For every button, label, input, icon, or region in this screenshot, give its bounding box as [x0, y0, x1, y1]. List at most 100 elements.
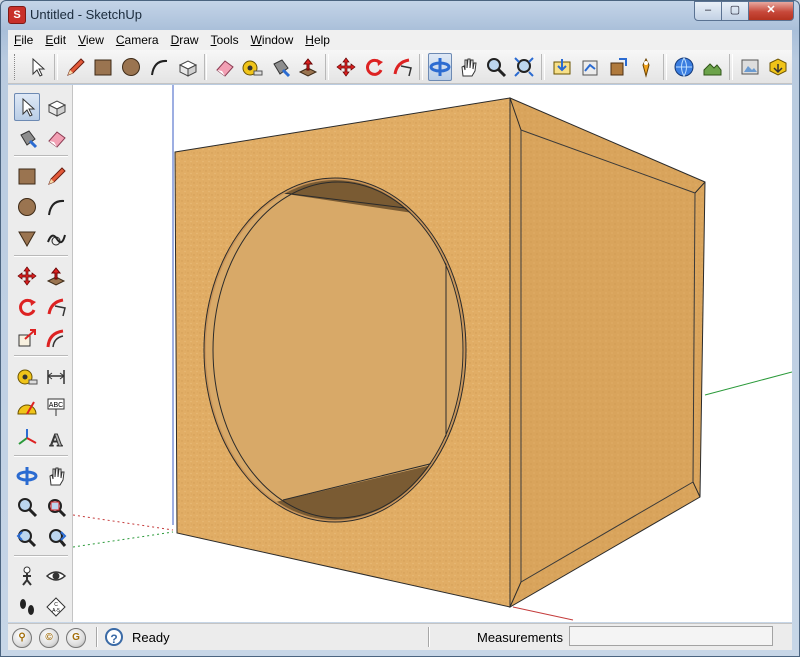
3d-text-tool-button[interactable]: A	[43, 425, 68, 451]
offset-tool-button[interactable]	[43, 325, 68, 351]
zoom-extents-icon	[514, 56, 535, 77]
photo-textures-tool-button[interactable]	[738, 53, 762, 81]
arc-tool-button[interactable]	[147, 53, 171, 81]
move-tool-button[interactable]	[14, 263, 39, 289]
get-current-view-tool-button[interactable]	[672, 53, 696, 81]
minimize-button[interactable]: –	[694, 1, 722, 21]
pan-icon	[48, 467, 65, 485]
rotate-tool-button[interactable]	[14, 294, 39, 320]
menu-tools[interactable]: Tools	[205, 33, 245, 47]
orbit-tool-button[interactable]	[428, 52, 453, 81]
zoom-tool-button[interactable]	[484, 53, 508, 81]
model-canvas[interactable]	[73, 85, 792, 622]
line-pencil-tool-button[interactable]	[63, 53, 87, 81]
share-model-tool-button[interactable]	[578, 53, 602, 81]
section-plane-tool-button[interactable]: C A-5	[43, 594, 68, 620]
select-tool-button[interactable]	[25, 53, 49, 81]
pan-tool-button[interactable]	[456, 53, 480, 81]
get-current-view-icon	[674, 57, 694, 77]
zoom-icon	[17, 497, 37, 517]
orbit-tool-button[interactable]	[14, 463, 39, 489]
green-axis	[704, 371, 792, 396]
position-camera-icon	[21, 566, 32, 586]
select-icon	[32, 57, 46, 77]
freehand-tool-button[interactable]	[43, 225, 68, 251]
get-models-icon	[553, 58, 571, 74]
red-axis	[512, 606, 574, 621]
tool-row	[12, 291, 70, 322]
zoom-tool-button[interactable]	[14, 494, 39, 520]
previous-view-tool-button[interactable]	[14, 525, 39, 551]
dimension-tool-button[interactable]	[43, 363, 68, 389]
tool-row	[12, 360, 70, 391]
measurements-input[interactable]	[569, 626, 773, 646]
toggle-terrain-tool-button[interactable]	[700, 53, 724, 81]
menu-help[interactable]: Help	[299, 33, 336, 47]
zoom-window-icon	[47, 498, 66, 517]
menu-camera[interactable]: Camera	[110, 33, 165, 47]
make-component-tool-button[interactable]	[175, 53, 199, 81]
menu-file[interactable]: File	[8, 33, 39, 47]
menu-view[interactable]: View	[72, 33, 110, 47]
look-around-tool-button[interactable]	[43, 563, 68, 589]
polygon-tool-button[interactable]	[14, 225, 39, 251]
maximize-button[interactable]: ▢	[721, 1, 749, 21]
follow-me-tool-button[interactable]	[43, 294, 68, 320]
menu-edit[interactable]: Edit	[39, 33, 72, 47]
line-pencil-icon	[47, 166, 66, 185]
dimension-icon	[46, 369, 65, 384]
circle-tool-button[interactable]	[119, 53, 143, 81]
photo-textures-icon	[741, 59, 759, 74]
status-divider	[96, 627, 98, 647]
move-icon	[16, 265, 37, 286]
protractor-tool-button[interactable]	[14, 394, 39, 420]
close-button[interactable]: ✕	[748, 1, 794, 21]
paint-bucket-icon	[19, 129, 37, 148]
make-component-tool-button[interactable]	[44, 94, 68, 120]
select-tool-button[interactable]	[14, 92, 40, 121]
tool-row: C A-5	[12, 591, 70, 622]
menu-draw[interactable]: Draw	[165, 33, 205, 47]
follow-me-tool-button[interactable]	[390, 53, 414, 81]
window-controls: – ▢ ✕	[694, 1, 794, 21]
preview-model-tool-button[interactable]	[766, 53, 790, 81]
zoom-window-tool-button[interactable]	[43, 494, 68, 520]
rotate-tool-button[interactable]	[362, 53, 386, 81]
axes-tool-button[interactable]	[14, 425, 39, 451]
scale-tool-button[interactable]	[14, 325, 39, 351]
paint-bucket-tool-button[interactable]	[268, 53, 292, 81]
title-bar[interactable]: S Untitled - SketchUp – ▢ ✕	[0, 0, 800, 30]
paint-bucket-tool-button[interactable]	[14, 125, 39, 151]
next-view-tool-button[interactable]	[43, 525, 68, 551]
walk-tool-button[interactable]	[14, 594, 39, 620]
line-pencil-tool-button[interactable]	[43, 163, 68, 189]
menu-window[interactable]: Window	[245, 33, 300, 47]
pan-tool-button[interactable]	[43, 463, 68, 489]
scale-icon	[18, 328, 36, 346]
move-tool-button[interactable]	[334, 53, 358, 81]
push-pull-tool-button[interactable]	[296, 53, 320, 81]
text-tool-button[interactable]: ABC	[43, 394, 68, 420]
tool-row	[12, 560, 70, 591]
get-models-tool-button[interactable]	[550, 53, 574, 81]
sketchup-app-icon[interactable]: S	[8, 6, 26, 24]
rectangle-tool-button[interactable]	[14, 163, 39, 189]
geo-location-icon[interactable]: ⚲	[12, 628, 32, 648]
share-component-tool-button[interactable]	[606, 53, 630, 81]
position-camera-tool-button[interactable]	[14, 563, 39, 589]
eraser-tool-button[interactable]	[212, 53, 236, 81]
toolbar-grip[interactable]	[14, 53, 18, 80]
help-icon[interactable]: ?	[105, 628, 123, 646]
tape-measure-tool-button[interactable]	[240, 53, 264, 81]
rectangle-tool-button[interactable]	[91, 53, 115, 81]
push-pull-tool-button[interactable]	[43, 263, 68, 289]
sign-in-icon[interactable]: G	[66, 628, 86, 648]
model-viewport[interactable]	[73, 85, 792, 622]
credits-icon[interactable]: ©	[39, 628, 59, 648]
zoom-extents-tool-button[interactable]	[512, 53, 536, 81]
circle-tool-button[interactable]	[14, 194, 39, 220]
arc-tool-button[interactable]	[43, 194, 68, 220]
tape-measure-tool-button[interactable]	[14, 363, 39, 389]
eraser-tool-button[interactable]	[43, 125, 68, 151]
place-model-tool-button[interactable]	[634, 53, 658, 81]
